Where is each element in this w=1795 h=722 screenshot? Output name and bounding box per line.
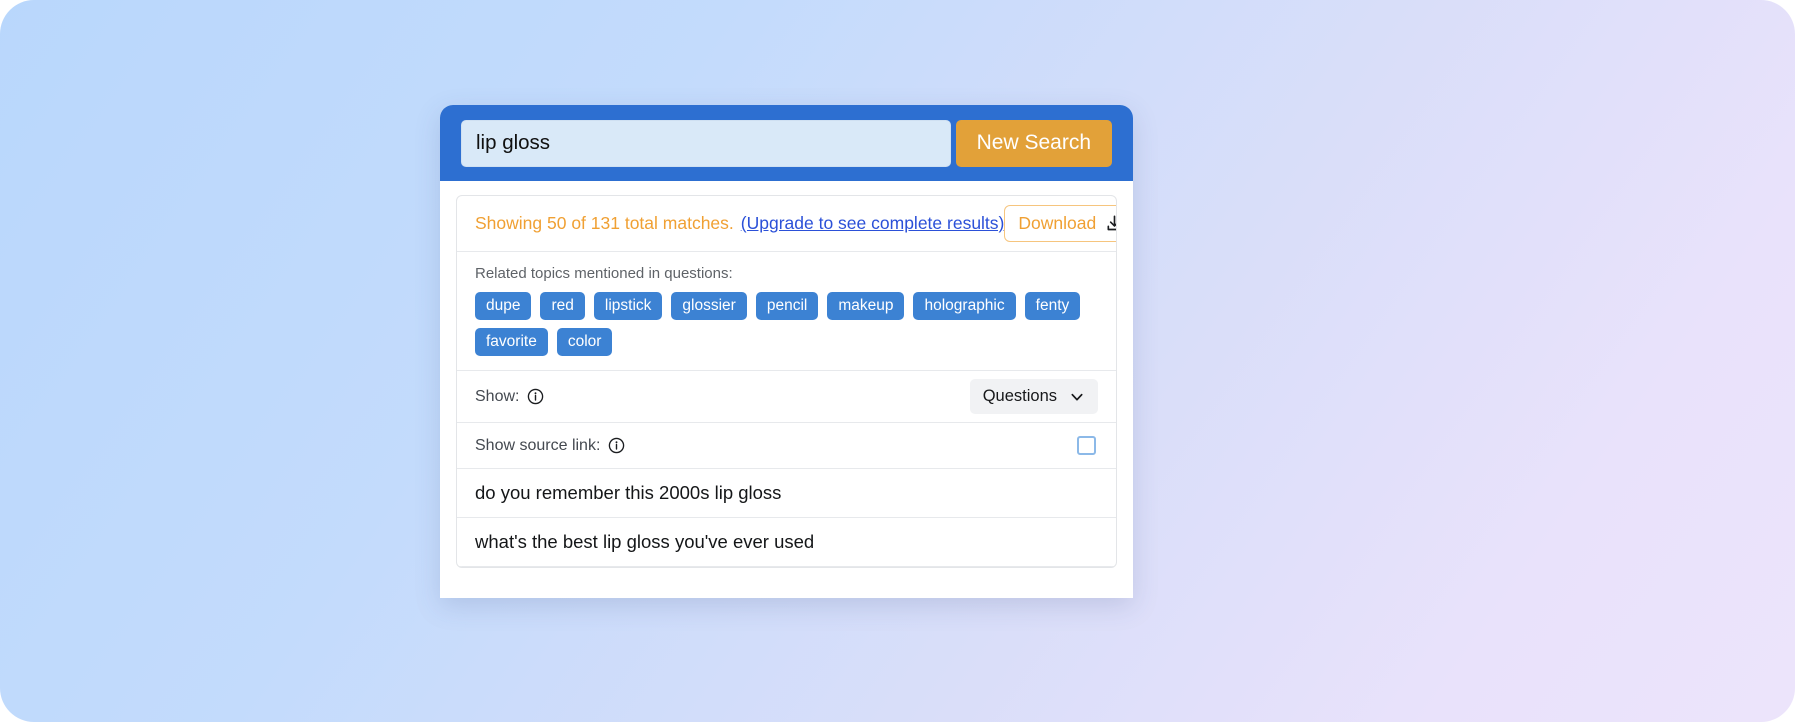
topic-chip[interactable]: red [540, 292, 585, 321]
matches-summary-row: Showing 50 of 131 total matches. (Upgrad… [457, 196, 1116, 252]
results-panel: Showing 50 of 131 total matches. (Upgrad… [456, 195, 1117, 569]
topic-chip[interactable]: fenty [1024, 292, 1081, 321]
matches-summary-text-group: Showing 50 of 131 total matches. (Upgrad… [475, 213, 1004, 234]
related-topics-list: dupe red lipstick glossier pencil makeup holog… [475, 292, 1085, 357]
topic-chip[interactable]: makeup [827, 292, 905, 321]
topic-chip[interactable]: color [556, 328, 613, 357]
page-background: New Search Showing 50 of 131 total match… [0, 0, 1795, 722]
show-dropdown-value: Questions [982, 387, 1057, 406]
download-button[interactable]: Download [1004, 205, 1116, 242]
show-dropdown[interactable]: Questions [969, 379, 1098, 415]
upgrade-link[interactable]: (Upgrade to see complete results) [741, 213, 1005, 234]
download-button-label: Download [1018, 213, 1097, 233]
topic-chip[interactable]: dupe [475, 292, 532, 321]
result-row[interactable]: do you remember this 2000s lip gloss [457, 469, 1116, 519]
related-topics-row: Related topics mentioned in questions: d… [457, 252, 1116, 372]
show-label-group: Show: [475, 388, 544, 406]
topic-chip[interactable]: pencil [755, 292, 819, 321]
topic-chip[interactable]: lipstick [593, 292, 663, 321]
search-header-bar: New Search [440, 105, 1133, 181]
info-icon[interactable] [608, 437, 625, 454]
show-label: Show: [475, 387, 520, 405]
topic-chip[interactable]: favorite [475, 328, 548, 357]
topic-chip[interactable]: glossier [671, 292, 747, 321]
result-row[interactable]: what's the best lip gloss you've ever us… [457, 518, 1116, 568]
results-area: Showing 50 of 131 total matches. (Upgrad… [440, 181, 1133, 569]
source-link-checkbox[interactable] [1077, 436, 1096, 456]
results-list: do you remember this 2000s lip gloss what… [457, 469, 1116, 568]
search-input[interactable] [461, 119, 951, 167]
matches-count-text: Showing 50 of 131 total matches. [475, 213, 734, 233]
show-control-row: Show: Questions [457, 371, 1116, 424]
source-link-control-row: Show source link: [457, 423, 1116, 470]
source-link-label: Show source link: [475, 436, 601, 454]
download-icon [1107, 215, 1116, 231]
search-results-card: New Search Showing 50 of 131 total match… [440, 105, 1133, 598]
related-topics-label: Related topics mentioned in questions: [475, 265, 733, 282]
topic-chip[interactable]: holographic [913, 292, 1016, 321]
source-link-label-group: Show source link: [475, 437, 625, 455]
info-icon[interactable] [527, 388, 544, 405]
new-search-button[interactable]: New Search [955, 119, 1112, 167]
chevron-down-icon [1071, 393, 1083, 401]
